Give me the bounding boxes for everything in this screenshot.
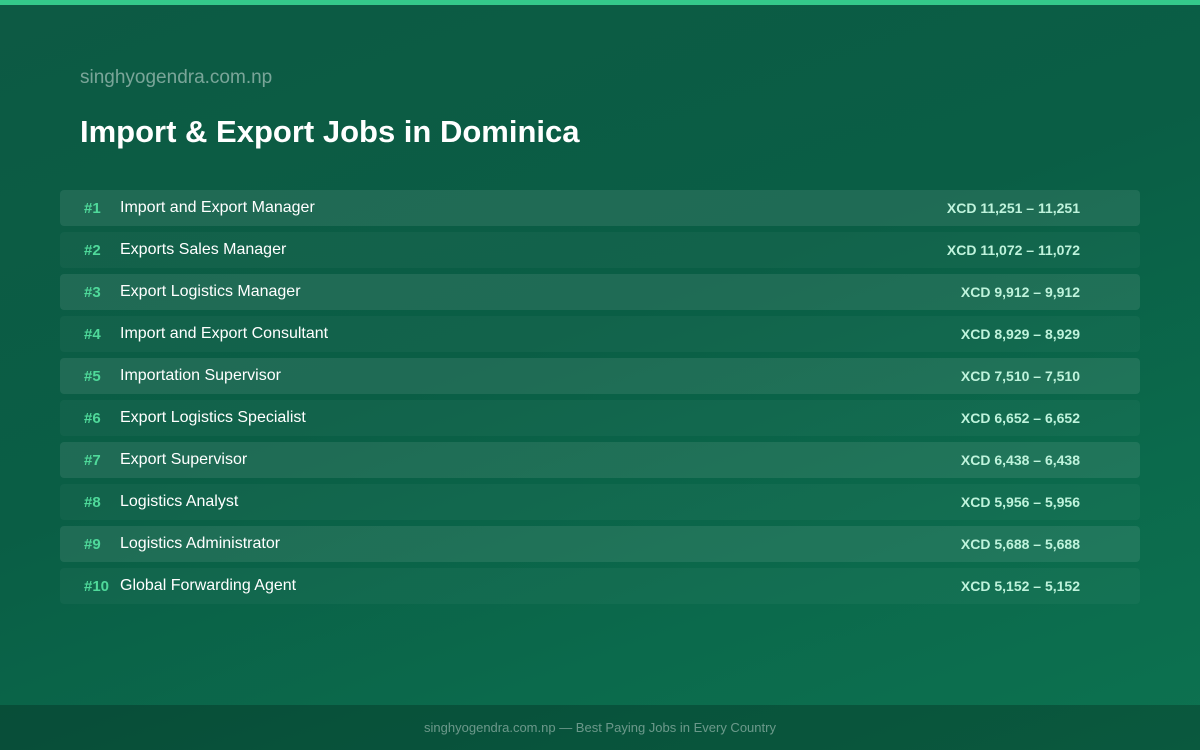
job-title: Export Supervisor bbox=[120, 451, 248, 468]
job-rank: #6 bbox=[84, 409, 101, 427]
job-rank: #8 bbox=[84, 493, 101, 511]
job-row: #4 Import and Export Consultant XCD 8,92… bbox=[60, 316, 1140, 352]
top-accent-bar bbox=[0, 0, 1200, 5]
job-title: Import and Export Consultant bbox=[120, 325, 329, 342]
job-row: #8 Logistics Analyst XCD 5,956 – 5,956 bbox=[60, 484, 1140, 520]
job-title: Importation Supervisor bbox=[120, 367, 281, 384]
job-title: Export Logistics Specialist bbox=[120, 409, 306, 426]
job-row: #1 Import and Export Manager XCD 11,251 … bbox=[60, 190, 1140, 226]
job-salary: XCD 5,152 – 5,152 bbox=[960, 578, 1080, 594]
footer: singhyogendra.com.np — Best Paying Jobs … bbox=[0, 705, 1200, 750]
job-rank: #2 bbox=[84, 241, 101, 259]
job-rank: #7 bbox=[84, 451, 101, 469]
job-row: #3 Export Logistics Manager XCD 9,912 – … bbox=[60, 274, 1140, 310]
job-salary: XCD 7,510 – 7,510 bbox=[960, 368, 1080, 384]
job-title: Import and Export Manager bbox=[120, 199, 315, 216]
site-name: singhyogendra.com.np bbox=[80, 67, 273, 88]
job-row: #6 Export Logistics Specialist XCD 6,652… bbox=[60, 400, 1140, 436]
job-row: #9 Logistics Administrator XCD 5,688 – 5… bbox=[60, 526, 1140, 562]
job-salary: XCD 5,688 – 5,688 bbox=[960, 536, 1080, 552]
job-salary: XCD 5,956 – 5,956 bbox=[960, 494, 1080, 510]
job-salary: XCD 6,652 – 6,652 bbox=[960, 410, 1080, 426]
job-rank: #10 bbox=[84, 577, 110, 595]
job-row: #5 Importation Supervisor XCD 7,510 – 7,… bbox=[60, 358, 1140, 394]
job-salary: XCD 6,438 – 6,438 bbox=[960, 452, 1080, 468]
job-title: Exports Sales Manager bbox=[120, 241, 287, 258]
job-title: Global Forwarding Agent bbox=[120, 577, 297, 594]
job-salary: XCD 9,912 – 9,912 bbox=[960, 284, 1080, 300]
job-row: #7 Export Supervisor XCD 6,438 – 6,438 bbox=[60, 442, 1140, 478]
job-rank: #1 bbox=[84, 199, 101, 217]
job-rank: #4 bbox=[84, 325, 101, 343]
job-title: Logistics Administrator bbox=[120, 535, 281, 552]
job-salary: XCD 11,251 – 11,251 bbox=[946, 200, 1080, 216]
job-title: Logistics Analyst bbox=[120, 493, 239, 510]
footer-text: singhyogendra.com.np — Best Paying Jobs … bbox=[424, 720, 776, 735]
job-row: #2 Exports Sales Manager XCD 11,072 – 11… bbox=[60, 232, 1140, 268]
job-salary: XCD 8,929 – 8,929 bbox=[960, 326, 1080, 342]
job-list: #1 Import and Export Manager XCD 11,251 … bbox=[60, 190, 1140, 610]
job-row: #10 Global Forwarding Agent XCD 5,152 – … bbox=[60, 568, 1140, 604]
job-title: Export Logistics Manager bbox=[120, 283, 301, 300]
job-salary: XCD 11,072 – 11,072 bbox=[946, 242, 1080, 258]
job-rank: #9 bbox=[84, 535, 101, 553]
page-title: Import & Export Jobs in Dominica bbox=[80, 114, 580, 149]
job-rank: #5 bbox=[84, 367, 101, 385]
job-rank: #3 bbox=[84, 283, 101, 301]
